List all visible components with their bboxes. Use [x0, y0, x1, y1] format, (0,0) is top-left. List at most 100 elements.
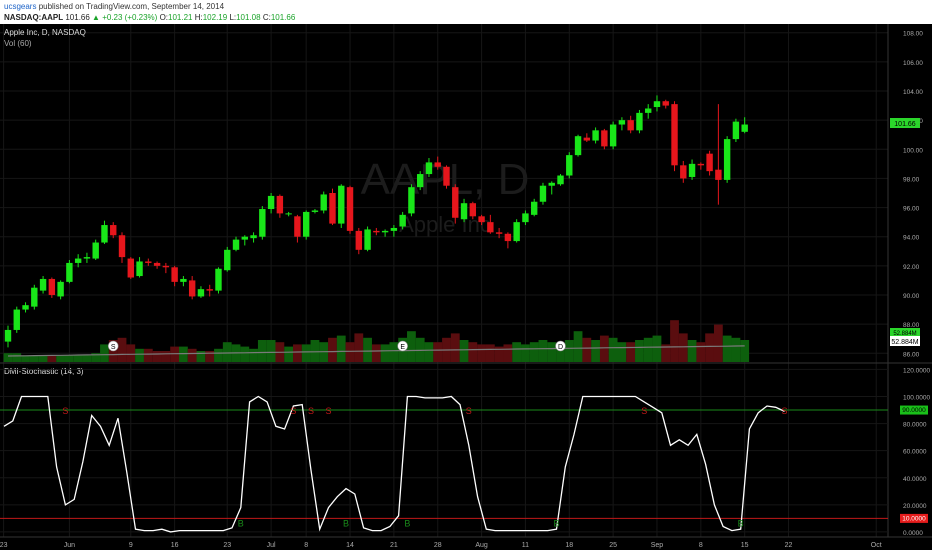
- time-tick-label: 23: [223, 542, 231, 549]
- price-tick-label: 86.00: [903, 351, 920, 358]
- volume-bar: [73, 355, 83, 362]
- price-pane-title: Apple Inc, D, NASDAQ: [4, 28, 86, 37]
- candle-body: [443, 166, 450, 186]
- candle-body: [346, 187, 354, 231]
- candle-body: [697, 163, 705, 166]
- candle-body: [662, 101, 669, 106]
- volume-bar: [12, 353, 22, 362]
- close-value: 101.66: [270, 13, 296, 22]
- candle-body: [574, 136, 582, 156]
- volume-bar: [407, 331, 416, 362]
- time-tick-label: 23: [0, 542, 8, 549]
- volume-bar: [477, 344, 486, 362]
- candle-body: [101, 225, 108, 243]
- candle-body: [680, 165, 687, 179]
- candle-body: [127, 258, 134, 278]
- candle-body: [566, 155, 573, 176]
- osc-tick-label: 120.0000: [903, 367, 930, 374]
- volume-bar: [363, 337, 372, 362]
- candle-body: [259, 209, 266, 237]
- publish-text: published on TradingView.com, September …: [38, 2, 225, 11]
- candle-body: [390, 227, 398, 231]
- candle-body: [162, 265, 170, 268]
- candle-body: [118, 235, 126, 258]
- time-tick-label: 28: [434, 542, 442, 549]
- candle-body: [180, 278, 187, 282]
- candle-body: [364, 229, 371, 250]
- last-price-tag: 101.66: [894, 121, 916, 128]
- volume-bar: [354, 333, 364, 362]
- candle-body: [671, 104, 678, 166]
- time-tick-label: Jun: [64, 542, 75, 549]
- volume-bar: [696, 342, 706, 362]
- candle-body: [311, 210, 319, 212]
- time-tick-label: Sep: [651, 542, 664, 549]
- volume-bar: [257, 340, 267, 362]
- volume-bar: [468, 342, 478, 362]
- candle-body: [434, 162, 441, 167]
- low-value: 101.08: [236, 13, 261, 22]
- volume-bar: [301, 344, 311, 362]
- volume-bar: [196, 351, 206, 362]
- candle-body: [381, 230, 389, 233]
- candle-body: [609, 124, 617, 147]
- author-link[interactable]: ucsgears: [4, 2, 36, 11]
- volume-bar: [135, 348, 144, 362]
- volume-bar: [345, 342, 355, 362]
- candle-body: [232, 239, 240, 250]
- sell-signal-marker: S: [290, 406, 296, 416]
- volume-bar: [573, 331, 583, 362]
- candle-body: [557, 175, 564, 185]
- volume-bar: [284, 346, 294, 362]
- candle-body: [399, 214, 406, 227]
- candle-body: [645, 108, 652, 113]
- volume-bar: [503, 344, 513, 362]
- osc-tick-label: 0.0000: [903, 530, 923, 537]
- time-tick-label: 8: [699, 542, 703, 549]
- volume-bar: [433, 342, 443, 362]
- chart-header: ucsgears published on TradingView.com, S…: [0, 0, 932, 24]
- close-key: C:: [262, 13, 271, 22]
- volume-bar: [608, 337, 618, 362]
- osc-pane-title: DMI-Stochastic (14, 3): [4, 367, 84, 376]
- volume-bar: [617, 342, 627, 362]
- event-marker-label: D: [558, 344, 563, 351]
- volume-bar: [731, 337, 741, 362]
- volume-bar: [117, 337, 127, 362]
- volume-bar: [713, 324, 723, 362]
- candle-body: [224, 249, 231, 271]
- sell-signal-marker: S: [641, 406, 647, 416]
- time-tick-label: 18: [565, 542, 573, 549]
- chart-canvas[interactable]: Apple Inc, D, NASDAQ Vol (60) AAPL, D Ap…: [0, 24, 932, 550]
- time-tick-label: Aug: [475, 542, 488, 549]
- price-tick-label: 104.00: [903, 89, 923, 96]
- candle-body: [267, 195, 275, 210]
- volume-bar: [450, 333, 460, 362]
- volume-bar: [705, 333, 714, 362]
- candle-body: [513, 222, 520, 242]
- candle-body: [592, 130, 599, 141]
- volume-tag: 52.884M: [891, 339, 918, 346]
- candle-body: [487, 222, 494, 233]
- candle-body: [74, 258, 82, 263]
- volume-bar: [389, 342, 399, 362]
- volume-bar: [126, 344, 136, 362]
- candle-body: [706, 153, 713, 172]
- candle-body: [618, 120, 626, 125]
- time-tick-label: 14: [346, 542, 354, 549]
- time-tick-label: 15: [741, 542, 749, 549]
- volume-bar: [564, 340, 574, 362]
- candle-body: [653, 101, 661, 108]
- candle-body: [408, 187, 415, 214]
- event-marker-label: S: [111, 344, 116, 351]
- volume-bar: [485, 344, 495, 362]
- candle-body: [285, 213, 292, 215]
- buy-signal-marker: B: [554, 518, 560, 528]
- event-marker-label: E: [400, 344, 405, 351]
- candle-body: [373, 230, 380, 233]
- upper-level-tag: 90.0000: [902, 407, 926, 414]
- volume-bar: [722, 335, 732, 362]
- candle-body: [294, 216, 301, 237]
- candle-body: [153, 262, 161, 266]
- volume-bar: [547, 342, 557, 362]
